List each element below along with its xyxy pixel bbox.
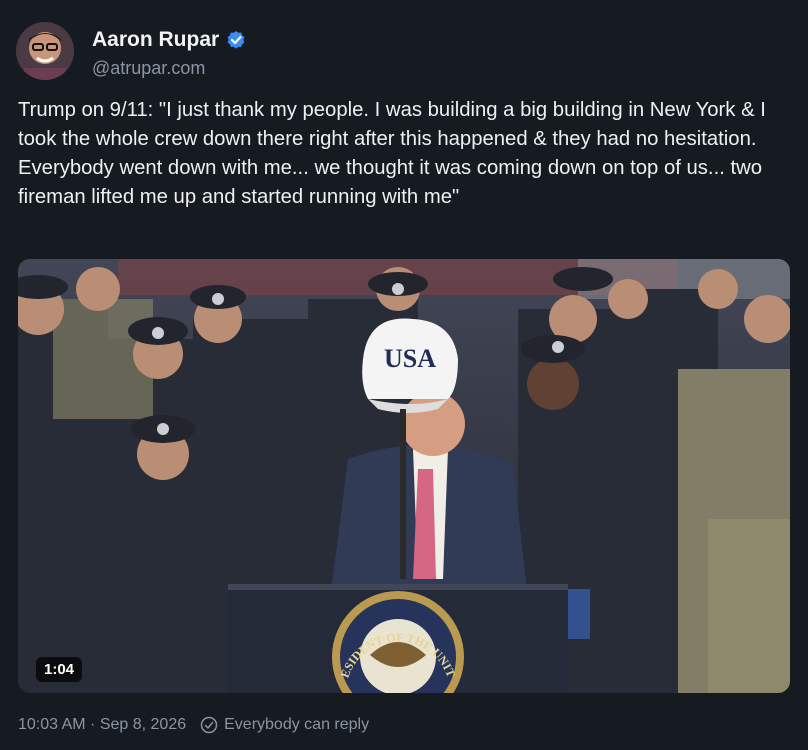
video-duration: 1:04: [36, 657, 83, 682]
post-meta: 10:03 AM · Sep 8, 2026 Everybody can rep…: [18, 716, 369, 734]
video-thumbnail: USA PRESIDENT OF THE UNITED: [18, 259, 790, 693]
reply-settings-icon: [200, 716, 218, 734]
post-text: Trump on 9/11: "I just thank my people. …: [18, 99, 766, 208]
verified-badge-icon: [227, 31, 245, 49]
reply-setting: Everybody can reply: [224, 716, 370, 733]
author-handle[interactable]: @atrupar.com: [92, 58, 205, 79]
post-card: Aaron Rupar @atrupar.com Trump on 9/11: …: [0, 0, 808, 750]
avatar[interactable]: [16, 22, 74, 80]
name-row: Aaron Rupar: [92, 28, 246, 52]
author-name[interactable]: Aaron Rupar: [92, 28, 219, 52]
avatar-image: [16, 22, 74, 80]
video-player[interactable]: USA PRESIDENT OF THE UNITED 1:04: [18, 259, 790, 693]
timestamp[interactable]: 10:03 AM · Sep 8, 2026: [18, 716, 186, 734]
